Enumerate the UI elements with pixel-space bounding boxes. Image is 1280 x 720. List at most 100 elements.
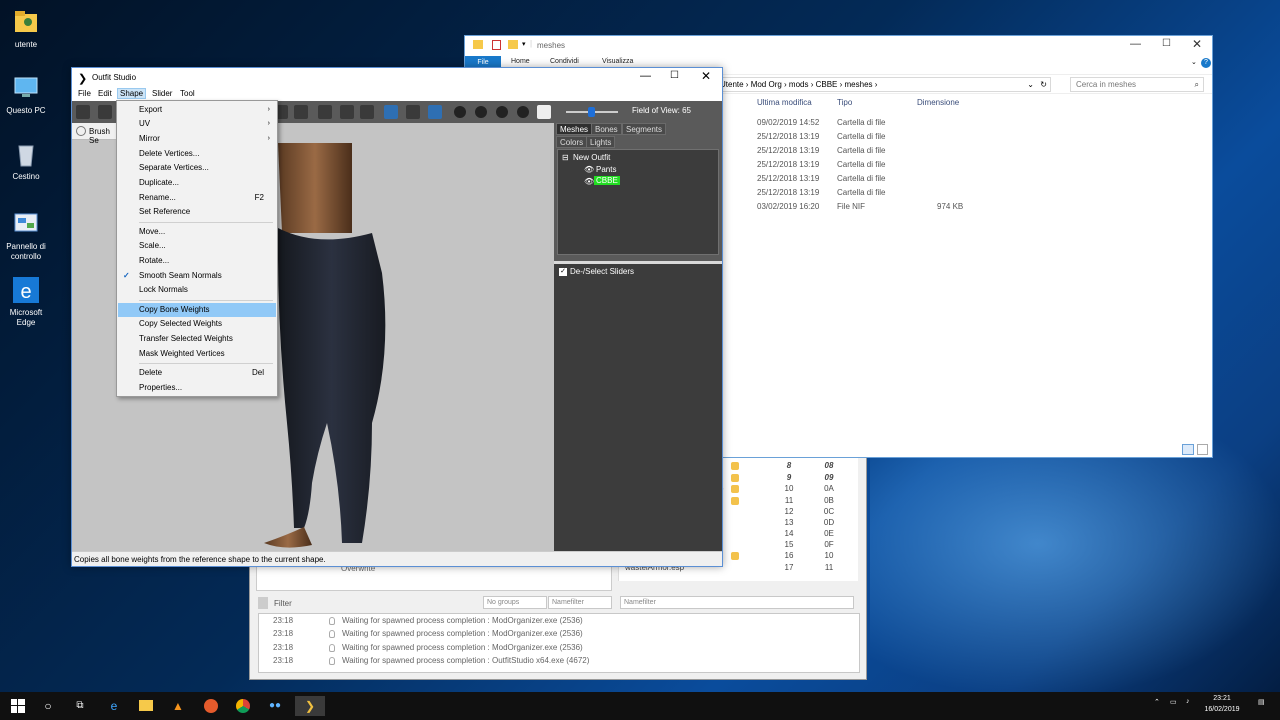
ribbon-expand-icon[interactable]: ⌄ (1191, 58, 1197, 66)
explorer-titlebar[interactable]: ▾ | meshes — ☐ ✕ (465, 36, 1212, 56)
tab-bones[interactable]: Bones (591, 123, 622, 135)
tab-lights[interactable]: Lights (586, 136, 616, 148)
maximize-button[interactable]: ☐ (670, 70, 679, 81)
menu-item-smooth-seam-normals[interactable]: ✓ Smooth Seam Normals (118, 269, 276, 283)
tab-view[interactable]: Visualizza (602, 58, 633, 65)
menu-item-rotate[interactable]: Rotate... (118, 254, 276, 268)
menu-item-transfer-selected-weights[interactable]: Transfer Selected Weights (118, 332, 276, 346)
tab-segments[interactable]: Segments (622, 123, 667, 135)
large-brush-icon[interactable] (496, 106, 508, 118)
quick-access-dropdown-icon[interactable]: ▾ (522, 40, 526, 48)
pivot-tool-icon[interactable] (340, 105, 354, 119)
firefox-taskbar-icon[interactable] (201, 696, 221, 716)
menu-item-copy-selected-weights[interactable]: Copy Selected Weights (118, 317, 276, 331)
minimize-button[interactable]: — (1130, 38, 1141, 50)
menu-edit[interactable]: Edit (96, 89, 114, 98)
outfit-studio-taskbar-icon[interactable]: ❯ (295, 696, 325, 716)
search-input[interactable]: Cerca in meshes ⌕ (1070, 77, 1204, 92)
collapse-icon[interactable]: ⊟ (562, 153, 569, 162)
task-view-icon[interactable]: ⧉ (70, 696, 90, 716)
minimize-button[interactable]: — (640, 70, 651, 82)
move-tool-icon[interactable] (98, 105, 112, 119)
small-brush-icon[interactable] (454, 106, 466, 118)
brush-settings-bar[interactable]: Brush Se (72, 123, 118, 145)
select-sliders-checkbox[interactable]: ✓ (559, 268, 567, 276)
menu-item-copy-bone-weights[interactable]: Copy Bone Weights (118, 303, 276, 317)
menu-slider[interactable]: Slider (150, 89, 174, 98)
menu-item-delete[interactable]: Delete Del (118, 366, 276, 380)
chrome-taskbar-icon[interactable] (233, 696, 253, 716)
face-mode-icon[interactable] (428, 105, 442, 119)
menu-item-mirror[interactable]: Mirror › (118, 132, 276, 146)
slider-pane[interactable]: ✓ De-/Select Sliders (554, 261, 722, 551)
help-icon[interactable]: ? (1201, 58, 1211, 68)
tree-item-cbbe[interactable]: CBBE (594, 176, 620, 185)
desktop-icon-utente[interactable]: utente (4, 8, 48, 50)
menu-item-mask-weighted-vertices[interactable]: Mask Weighted Vertices (118, 347, 276, 361)
groups-select[interactable]: No groups (483, 596, 547, 609)
properties-icon[interactable] (492, 40, 501, 50)
desktop-icon-questo-pc[interactable]: Questo PC (4, 74, 48, 116)
network-icon[interactable]: ▭ (1170, 698, 1177, 706)
medium-brush-icon[interactable] (475, 106, 487, 118)
file-row[interactable]: 03/02/2019 16:20 File NIF 974 KB (755, 202, 1205, 216)
menu-item-move[interactable]: Move... (118, 225, 276, 239)
large-icons-view-icon[interactable] (1197, 444, 1208, 455)
column-type[interactable]: Tipo (837, 98, 852, 107)
column-modified[interactable]: Ultima modifica (757, 98, 812, 107)
edge-mode-icon[interactable] (406, 105, 420, 119)
mesh-tree[interactable]: ⊟ New Outfit 👁 Pants 👁 CBBE (557, 149, 719, 255)
xl-brush-icon[interactable] (517, 106, 529, 118)
plugin-namefilter-input[interactable]: Namefilter (620, 596, 854, 609)
eye-icon[interactable]: 👁 (584, 165, 594, 174)
notifications-icon[interactable]: ▤ (1258, 698, 1265, 706)
desktop-icon-cestino[interactable]: Cestino (4, 140, 48, 182)
file-row[interactable]: 25/12/2018 13:19 Cartella di file (755, 160, 1205, 174)
tree-root[interactable]: New Outfit (573, 153, 610, 162)
file-row[interactable]: 25/12/2018 13:19 Cartella di file (755, 174, 1205, 188)
file-row[interactable]: 25/12/2018 13:19 Cartella di file (755, 146, 1205, 160)
menu-shape[interactable]: Shape (117, 88, 147, 99)
menu-file[interactable]: File (76, 89, 93, 98)
eye-icon[interactable]: 👁 (584, 177, 594, 186)
smooth-tool-icon[interactable] (294, 105, 308, 119)
menu-item-set-reference[interactable]: Set Reference (118, 205, 276, 219)
menu-item-lock-normals[interactable]: Lock Normals (118, 283, 276, 297)
transform-tool-icon[interactable] (318, 105, 332, 119)
search-icon[interactable]: ○ (38, 696, 58, 716)
volume-icon[interactable]: ♪ (1186, 698, 1190, 705)
tab-share[interactable]: Condividi (550, 58, 579, 65)
file-row[interactable]: 09/02/2019 14:52 Cartella di file (755, 118, 1205, 132)
file-row[interactable]: 25/12/2018 13:19 Cartella di file (755, 132, 1205, 146)
vlc-taskbar-icon[interactable]: ▲ (168, 696, 188, 716)
clock-date[interactable]: 16/02/2019 (1200, 706, 1244, 713)
outfit-studio-titlebar[interactable]: ❯ Outfit Studio — ☐ ✕ (72, 68, 722, 88)
menu-item-rename[interactable]: Rename... F2 (118, 191, 276, 205)
menu-item-properties[interactable]: Properties... (118, 381, 276, 395)
file-explorer-taskbar-icon[interactable] (136, 696, 156, 716)
cube-view-icon[interactable] (537, 105, 551, 119)
new-folder-icon[interactable] (508, 40, 518, 49)
log-pane[interactable]: 23:18 Waiting for spawned process complet… (258, 613, 860, 673)
menu-item-separate-vertices[interactable]: Separate Vertices... (118, 161, 276, 175)
menu-item-uv[interactable]: UV › (118, 117, 276, 131)
close-button[interactable]: ✕ (1192, 37, 1202, 51)
namefilter-input[interactable]: Namefilter (548, 596, 612, 609)
tab-meshes[interactable]: Meshes (556, 123, 593, 135)
address-bar[interactable]: Utente › Mod Org › mods › CBBE › meshes … (715, 77, 1051, 92)
maximize-button[interactable]: ☐ (1162, 38, 1171, 49)
start-button[interactable] (8, 696, 28, 716)
column-size[interactable]: Dimensione (917, 98, 959, 107)
filter-toggle-icon[interactable] (258, 597, 268, 609)
menu-item-delete-vertices[interactable]: Delete Vertices... (118, 147, 276, 161)
details-view-icon[interactable] (1182, 444, 1194, 455)
show-hidden-icons-icon[interactable]: ⌃ (1154, 698, 1160, 706)
pen-tool-icon[interactable] (360, 105, 374, 119)
menu-tool[interactable]: Tool (178, 89, 197, 98)
menu-item-export[interactable]: Export › (118, 103, 276, 117)
select-tool-icon[interactable] (76, 105, 90, 119)
menu-item-duplicate[interactable]: Duplicate... (118, 176, 276, 190)
desktop-icon-edge[interactable]: e Microsoft Edge (4, 276, 48, 328)
chevron-down-icon[interactable] (76, 126, 86, 136)
vertex-select-icon[interactable] (384, 105, 398, 119)
